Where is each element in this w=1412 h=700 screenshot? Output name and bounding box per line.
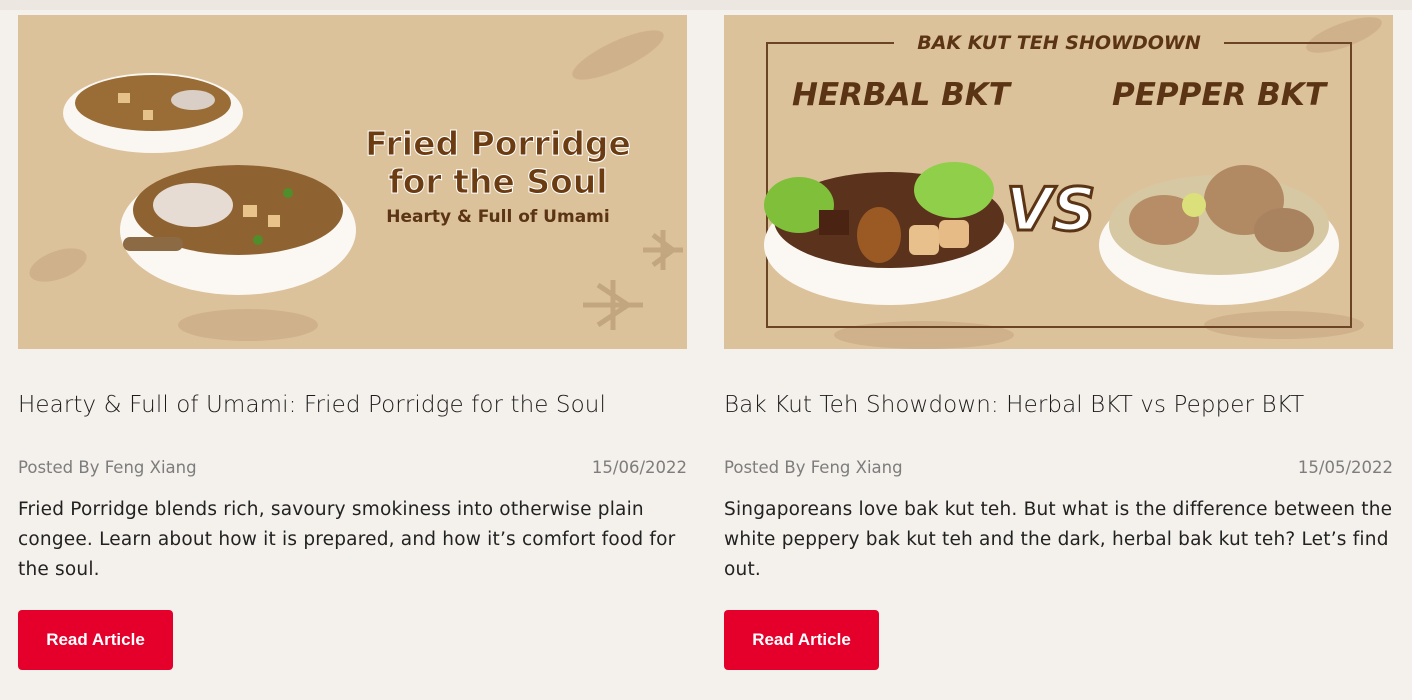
article-date: 15/06/2022	[591, 458, 687, 477]
banner-vs: VS	[1005, 174, 1098, 247]
read-article-button[interactable]: Read Article	[724, 610, 879, 670]
article-card-fried-porridge: Fried Porridge for the Soul Hearty & Ful…	[18, 15, 687, 670]
banner-header: BAK KUT TEH SHOWDOWN	[917, 32, 1201, 54]
read-article-button[interactable]: Read Article	[18, 610, 173, 670]
article-title[interactable]: Hearty & Full of Umami: Fried Porridge f…	[18, 389, 687, 421]
article-author: Posted By Feng Xiang	[724, 458, 903, 477]
banner-right-label: PEPPER BKT	[1112, 77, 1326, 113]
article-excerpt: Fried Porridge blends rich, savoury smok…	[18, 499, 676, 580]
article-title[interactable]: Bak Kut Teh Showdown: Herbal BKT vs Pepp…	[724, 389, 1393, 421]
top-divider	[0, 0, 1412, 10]
article-meta: Posted By Feng Xiang 15/06/2022	[18, 456, 687, 480]
banner-title-line1: Fried Porridge	[365, 124, 632, 163]
banner-subtitle: Hearty & Full of Umami	[386, 207, 610, 227]
article-author: Posted By Feng Xiang	[18, 458, 197, 477]
article-meta: Posted By Feng Xiang 15/05/2022	[724, 456, 1393, 480]
article-banner-bak-kut-teh[interactable]: BAK KUT TEH SHOWDOWN HERBAL BKT PEPPER B…	[724, 15, 1393, 349]
banner-title-line2: for the Soul	[388, 162, 608, 201]
article-date: 15/05/2022	[1297, 458, 1393, 477]
article-card-bak-kut-teh: BAK KUT TEH SHOWDOWN HERBAL BKT PEPPER B…	[724, 15, 1393, 670]
article-excerpt: Singaporeans love bak kut teh. But what …	[724, 499, 1393, 580]
banner-text: Fried Porridge for the Soul Hearty & Ful…	[348, 124, 648, 227]
banner-left-label: HERBAL BKT	[792, 77, 1010, 113]
article-banner-fried-porridge[interactable]: Fried Porridge for the Soul Hearty & Ful…	[18, 15, 687, 349]
